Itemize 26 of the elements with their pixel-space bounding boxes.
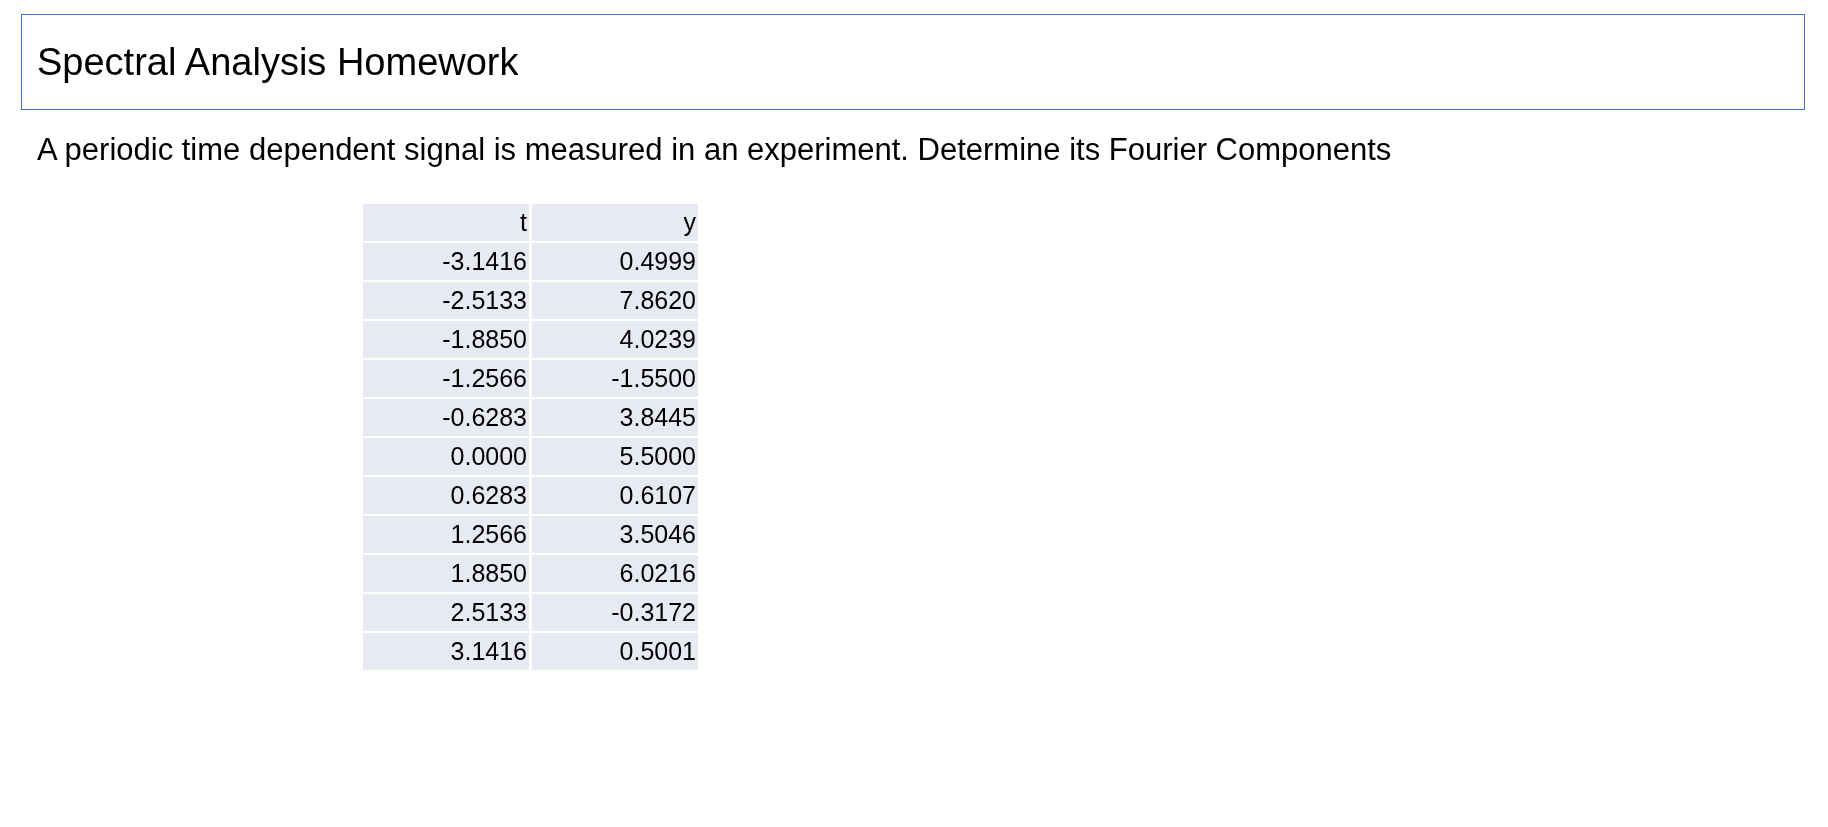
table-cell: 7.8620 <box>532 282 698 319</box>
table-cell: 3.5046 <box>532 516 698 553</box>
table-cell: -1.2566 <box>363 360 529 397</box>
column-header: y <box>532 204 698 241</box>
table-cell: 4.0239 <box>532 321 698 358</box>
table-cell: 2.5133 <box>363 594 529 631</box>
table-cell: -0.3172 <box>532 594 698 631</box>
table-cell: 0.4999 <box>532 243 698 280</box>
table-cell: 0.6283 <box>363 477 529 514</box>
table-cell: 3.8445 <box>532 399 698 436</box>
table-cell: 5.5000 <box>532 438 698 475</box>
table-cell: 6.0216 <box>532 555 698 592</box>
table-cell: -0.6283 <box>363 399 529 436</box>
table-cell: 1.2566 <box>363 516 529 553</box>
table-cell: 0.6107 <box>532 477 698 514</box>
column-header: t <box>363 204 529 241</box>
table-cell: -1.5500 <box>532 360 698 397</box>
table-cell: 1.8850 <box>363 555 529 592</box>
table-cell: -1.8850 <box>363 321 529 358</box>
table-cell: -3.1416 <box>363 243 529 280</box>
table-cell: -2.5133 <box>363 282 529 319</box>
table-cell: 0.5001 <box>532 633 698 670</box>
table-cell: 3.1416 <box>363 633 529 670</box>
description-text: A periodic time dependent signal is measured in an experiment. Determine its Fourier Components <box>37 132 1393 168</box>
table-cell: 0.0000 <box>363 438 529 475</box>
page-title: Spectral Analysis Homework <box>37 40 519 84</box>
